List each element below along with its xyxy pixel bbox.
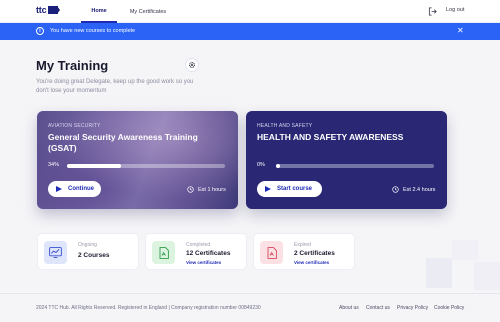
expired-certificate-icon [267,246,277,259]
clock-icon [392,186,399,193]
chart-icon [49,247,62,258]
logout-icon[interactable] [428,7,437,16]
course-category: HEALTH AND SAFETY [257,123,313,129]
clock-icon [187,186,194,193]
stat-icon-box [152,241,175,264]
progress-percent: 0% [257,162,265,168]
close-icon[interactable]: ✕ [457,26,464,36]
start-course-button-label: Start course [277,186,313,192]
stat-icon-box [44,241,67,264]
course-card-gsat[interactable]: AVIATION SECURITY General Security Aware… [37,111,238,209]
continue-button-label: Continue [68,186,94,192]
logout-link[interactable]: Log out [446,7,464,13]
duration-label: Est 1 hours [198,186,226,193]
settings-button[interactable] [185,58,199,72]
stat-card-expired[interactable]: Expired 2 Certificates View certificates [253,233,355,270]
gear-icon [189,62,195,68]
course-duration: Est 2.4 hours [392,186,435,193]
stat-card-completed[interactable]: Completed 12 Certificates View certifica… [145,233,247,270]
stat-value: 12 Certificates [186,250,231,257]
page-subtitle: You're doing great Delegate, keep up the… [36,79,194,94]
decorative-square [474,262,500,290]
decorative-square [426,258,452,288]
footer-link-cookies[interactable]: Cookie Policy [434,305,464,311]
certificate-icon [159,246,169,259]
stat-value: 2 Courses [78,252,110,259]
logo-text: ttc [36,5,47,15]
ttc-logo[interactable]: ttc [36,5,61,15]
course-card-health-safety[interactable]: HEALTH AND SAFETY HEALTH AND SAFETY AWAR… [246,111,447,209]
stat-label: Expired [294,242,311,248]
progress-bar-fill [276,164,280,168]
stat-label: Completed [186,242,211,248]
start-course-button[interactable]: Start course [257,181,322,197]
footer-copyright: 2024 TTC Hub. All Rights Reserved. Regis… [36,305,261,311]
decorative-square [452,240,478,260]
progress-bar [276,164,434,168]
progress-bar-fill [67,164,121,168]
stat-value: 2 Certificates [294,250,335,257]
page-title: My Training [36,58,109,73]
continue-button[interactable]: Continue [48,181,101,197]
footer-link-contact[interactable]: Contact us [366,305,390,311]
course-duration: Est 1 hours [187,186,226,193]
info-icon: i [36,27,44,35]
top-navigation-bar: ttc Home My Certificates Log out [0,0,500,23]
logo-flag-icon [48,6,61,14]
duration-label: Est 2.4 hours [403,186,436,193]
footer-link-privacy[interactable]: Privacy Policy [397,305,428,311]
banner-message: You have new courses to complete [50,27,136,34]
nav-tab-home[interactable]: Home [81,0,117,23]
nav-tab-my-certificates[interactable]: My Certificates [124,0,172,23]
course-title: HEALTH AND SAFETY AWARENESS [257,132,404,142]
progress-bar [67,164,225,168]
play-icon [56,186,62,192]
course-category: AVIATION SECURITY [48,123,101,129]
stat-icon-box [260,241,283,264]
stat-label: Ongoing [78,242,97,248]
footer-link-about[interactable]: About us [339,305,359,311]
view-certificates-link[interactable]: View certificates [294,260,329,265]
play-icon [265,186,271,192]
progress-percent: 34% [48,162,60,168]
course-title: General Security Awareness Training (GSA… [48,132,198,153]
view-certificates-link[interactable]: View certificates [186,260,221,265]
notification-banner: i You have new courses to complete ✕ [0,23,500,40]
stat-card-ongoing[interactable]: Ongoing 2 Courses [37,233,139,270]
footer: 2024 TTC Hub. All Rights Reserved. Regis… [0,293,500,322]
